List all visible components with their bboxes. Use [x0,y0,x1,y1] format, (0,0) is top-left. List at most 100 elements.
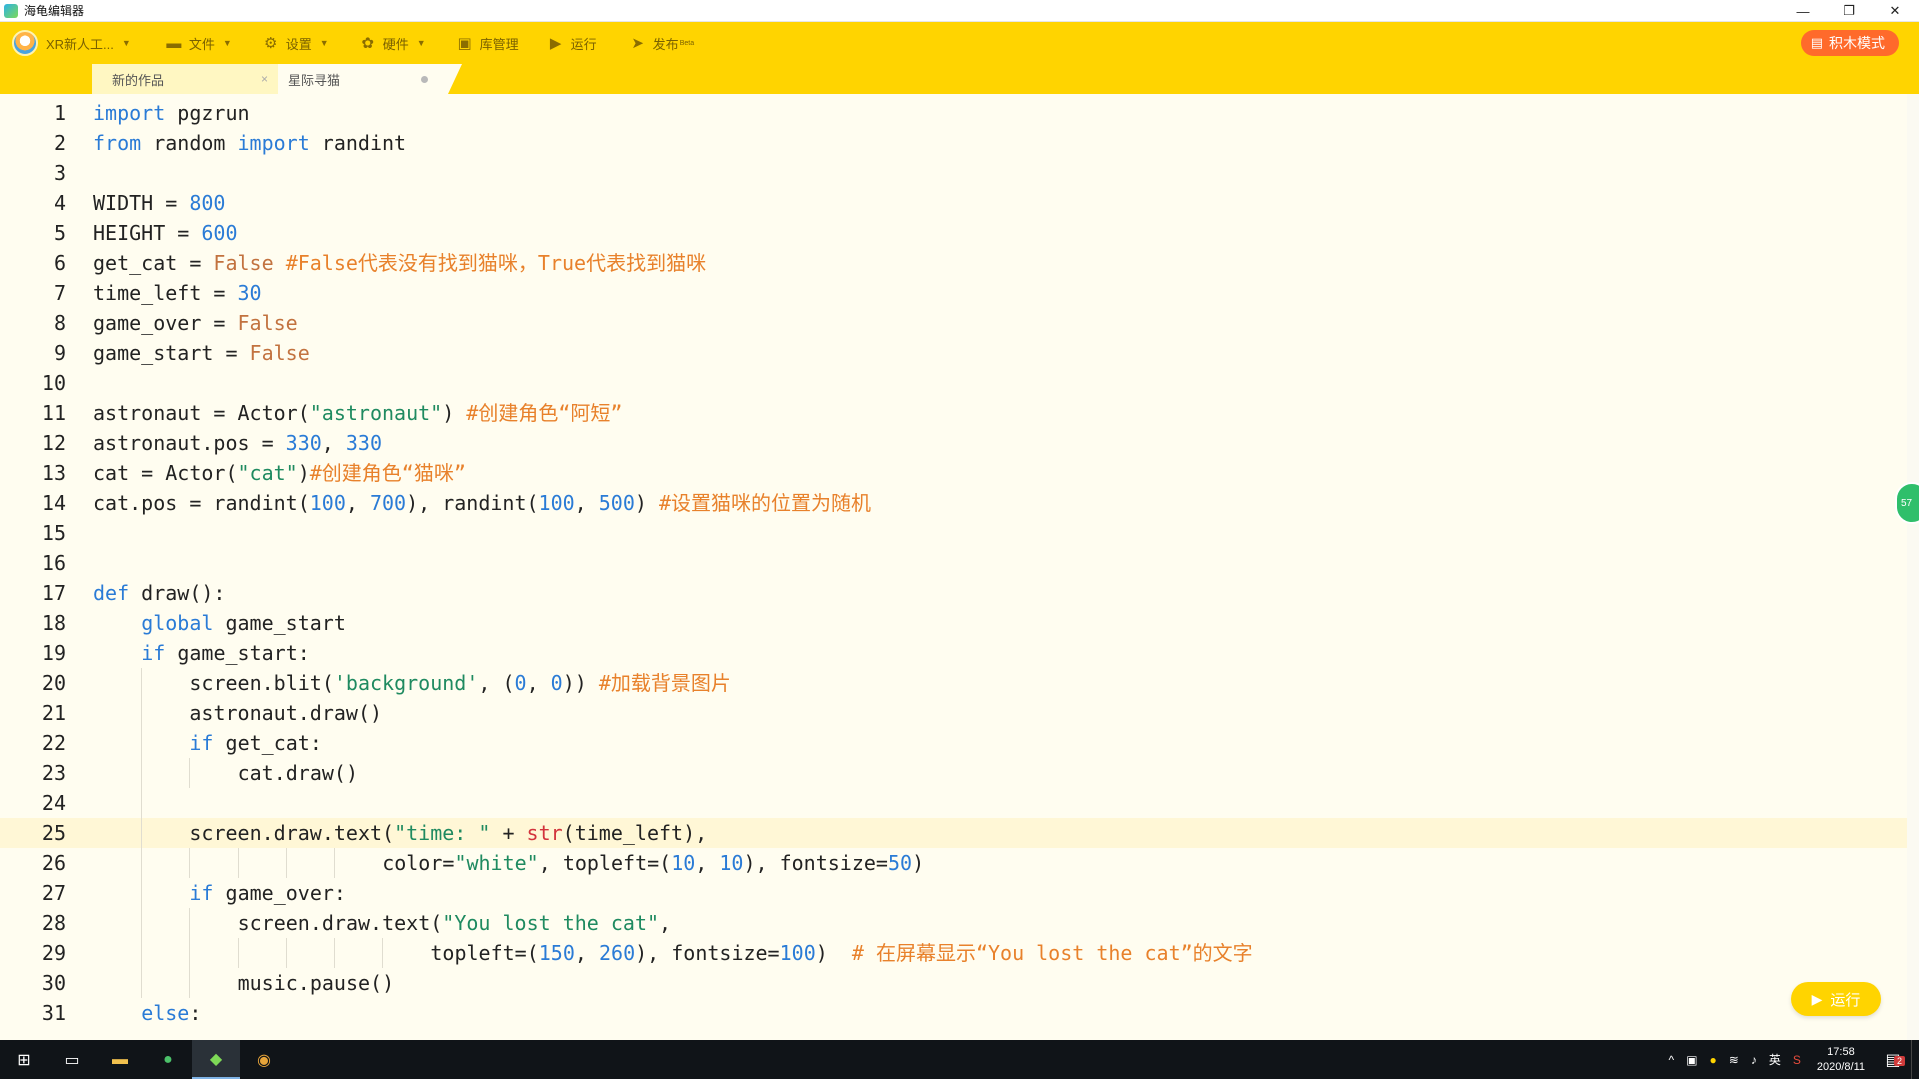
code-line[interactable]: 16 [0,548,1919,578]
publish-button[interactable]: ➤ 发布 Beta [621,22,702,64]
code-token: + [490,821,527,845]
indent-guide [141,908,143,938]
settings-menu[interactable]: ⚙ 设置 ▼ [254,22,337,64]
hardware-icon: ✿ [361,35,374,52]
hardware-menu[interactable]: ✿ 硬件 ▼ [351,22,434,64]
block-mode-button[interactable]: ▤ 积木模式 [1800,30,1899,56]
restore-button[interactable]: ❐ [1826,0,1872,22]
wifi-icon[interactable]: ≋ [1723,1053,1745,1067]
code-token: astronaut.pos = [93,431,286,455]
indent-guide [382,938,384,968]
code-text: WIDTH = 800 [93,188,225,218]
indent-guide [141,818,143,848]
code-text: astronaut.pos = 330, 330 [93,428,382,458]
close-button[interactable]: ✕ [1872,0,1918,22]
chevron-up-icon[interactable]: ^ [1663,1053,1681,1067]
tab-interstellar-cat[interactable]: 星际寻猫 [278,64,448,94]
code-line[interactable]: 7 time_left = 30 [0,278,1919,308]
code-editor[interactable]: 1 import pgzrun 2 from random import randin… [0,94,1919,1040]
code-line[interactable]: 2 from random import randint [0,128,1919,158]
code-line[interactable]: 15 [0,518,1919,548]
turtle-editor-taskbar-icon[interactable]: ◆ [192,1040,240,1079]
code-line[interactable]: 23 cat.draw() [0,758,1919,788]
code-line[interactable]: 18 global game_start [0,608,1919,638]
code-line[interactable]: 5 HEIGHT = 600 [0,218,1919,248]
gear-icon: ⚙ [264,35,278,52]
line-number: 29 [41,941,66,965]
code-line[interactable]: 22 if get_cat: [0,728,1919,758]
code-line[interactable]: 12 astronaut.pos = 330, 330 [0,428,1919,458]
code-line[interactable]: 13 cat = Actor("cat")#创建角色“猫咪” [0,458,1919,488]
tab-edge [448,64,462,94]
system-tray: ^ ▣ ● ≋ ♪ 英 S 17:58 2020/8/11 ▤2 [1663,1040,1919,1079]
file-menu[interactable]: ▬ 文件 ▼ [157,22,240,64]
code-token: HEIGHT = [93,221,202,245]
code-line[interactable]: 25 screen.draw.text("time: " + str(time_l… [0,818,1919,848]
code-token: randint [309,131,407,155]
code-line[interactable]: 6 get_cat = False #False代表没有找到猫咪，True代表找到… [0,248,1919,278]
tray-360-icon[interactable]: ● [1704,1053,1723,1067]
indent-guide [141,668,143,698]
task-view-icon[interactable]: ▭ [48,1040,96,1079]
line-number: 31 [41,1001,66,1025]
code-line[interactable]: 21 astronaut.draw() [0,698,1919,728]
editor-scrollbar[interactable] [1907,94,1919,1040]
code-text: get_cat = False #False代表没有找到猫咪，True代表找到猫… [93,248,706,278]
code-line[interactable]: 28 screen.draw.text("You lost the cat", [0,908,1919,938]
notification-center-icon[interactable]: ▤2 [1875,1050,1911,1070]
close-icon[interactable]: × [261,72,268,86]
code-line[interactable]: 1 import pgzrun [0,98,1919,128]
code-token: screen.draw.text( [237,911,443,935]
show-desktop-button[interactable] [1911,1040,1919,1079]
code-line[interactable]: 19 if game_start: [0,638,1919,668]
code-token: 100 [538,491,575,515]
code-line[interactable]: 26 color="white", topleft=(10, 10), fonts… [0,848,1919,878]
code-line[interactable]: 30 music.pause() [0,968,1919,998]
chrome-icon[interactable]: ◉ [240,1040,288,1079]
code-line[interactable]: 8 game_over = False [0,308,1919,338]
user-menu[interactable]: XR新人工... ▼ [0,22,139,64]
code-token: 330 [285,431,322,455]
code-line[interactable]: 24 [0,788,1919,818]
code-line[interactable]: 31 else: [0,998,1919,1028]
code-line[interactable]: 27 if game_over: [0,878,1919,908]
file-explorer-icon[interactable]: ▬ [96,1040,144,1079]
clock[interactable]: 17:58 2020/8/11 [1807,1045,1875,1075]
line-number: 8 [53,311,66,335]
code-line[interactable]: 10 [0,368,1919,398]
code-line[interactable]: 11 astronaut = Actor("astronaut") #创建角色“阿… [0,398,1919,428]
indent-guide [141,968,143,998]
code-line[interactable]: 20 screen.blit('background', (0, 0)) #加载背… [0,668,1919,698]
minimize-button[interactable]: — [1780,0,1826,22]
code-token: False [237,311,298,335]
browser-360-icon[interactable]: ● [144,1040,192,1079]
code-line[interactable]: 29 topleft=(150, 260), fontsize=100) # 在屏… [0,938,1919,968]
code-text: if get_cat: [189,728,321,758]
line-number: 13 [41,461,66,485]
code-token: 330 [345,431,382,455]
code-line[interactable]: 17 def draw(): [0,578,1919,608]
code-token: pgzrun [165,101,250,125]
code-text: if game_start: [141,638,310,668]
line-number: 12 [41,431,66,455]
code-line[interactable]: 3 [0,158,1919,188]
code-line[interactable]: 4 WIDTH = 800 [0,188,1919,218]
code-token: draw(): [129,581,226,605]
indent-guide [334,848,335,878]
run-button[interactable]: ▶ 运行 [539,22,605,64]
code-line[interactable]: 9 game_start = False [0,338,1919,368]
code-line[interactable]: 14 cat.pos = randint(100, 700), randint(1… [0,488,1919,518]
library-manager-button[interactable]: ▣ 库管理 [448,22,527,64]
line-number: 5 [53,221,66,245]
side-assistant-bubble[interactable]: 57 [1895,482,1919,524]
floating-run-button[interactable]: ▶ 运行 [1791,982,1881,1016]
input-language[interactable]: 英 [1763,1051,1787,1068]
tray-app-icon[interactable]: ▣ [1680,1053,1703,1067]
code-token: 10 [719,851,744,875]
main-toolbar: XR新人工... ▼ ▬ 文件 ▼ ⚙ 设置 ▼ ✿ 硬件 ▼ ▣ 库管理 ▶ … [0,22,1919,64]
indent-guide [141,878,143,908]
windows-start-icon[interactable]: ⊞ [0,1040,48,1079]
tab-new-work[interactable]: 新的作品 × [92,64,278,94]
sogou-ime-icon[interactable]: S [1787,1053,1807,1067]
volume-icon[interactable]: ♪ [1745,1053,1763,1067]
